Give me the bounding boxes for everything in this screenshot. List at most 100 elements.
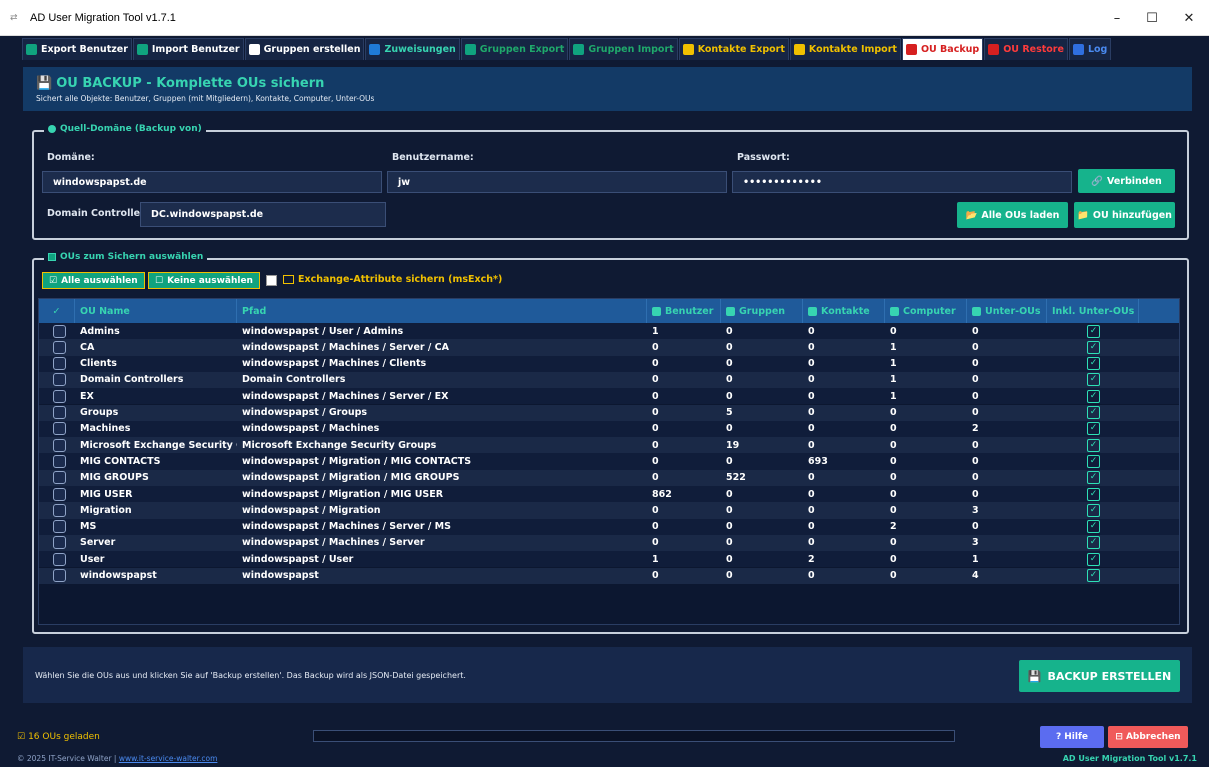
cell-users: 0	[652, 472, 659, 484]
exchange-label: Exchange-Attribute sichern (msExch*)	[283, 274, 502, 285]
cell-name: Groups	[80, 407, 119, 418]
table-row[interactable]: Migration windowspapst / Migration 0 0 0 0 3 ✓	[39, 502, 1179, 519]
cell-name: MIG CONTACTS	[80, 455, 161, 467]
include-subous-checkbox[interactable]: ✓	[1087, 454, 1100, 468]
include-subous-checkbox[interactable]: ✓	[1087, 520, 1100, 534]
tab-export-benutzer[interactable]: Export Benutzer	[22, 38, 132, 60]
tab-ou-restore[interactable]: OU Restore	[984, 38, 1068, 60]
cell-users: 0	[652, 390, 659, 402]
cell-computers: 0	[890, 488, 897, 500]
include-subous-checkbox[interactable]: ✓	[1087, 389, 1100, 403]
column-header[interactable]: ✓	[39, 299, 75, 323]
table-row[interactable]: MIG CONTACTS windowspapst / Migration / M…	[39, 453, 1179, 470]
row-checkbox[interactable]	[53, 536, 66, 550]
table-row[interactable]: Domain Controllers Domain Controllers 0 0 0 1…	[39, 371, 1179, 389]
table-row[interactable]: MIG GROUPS windowspapst / Migration / MIG…	[39, 469, 1179, 486]
include-subous-checkbox[interactable]: ✓	[1087, 536, 1100, 550]
add-ou-button[interactable]: 📁 OU hinzufügen	[1074, 202, 1175, 228]
username-input[interactable]: jw	[387, 171, 727, 193]
row-checkbox[interactable]	[53, 357, 66, 371]
tab-kontakte-export[interactable]: Kontakte Export	[678, 38, 789, 60]
table-row[interactable]: Clients windowspapst / Machines / Clients…	[39, 355, 1179, 372]
include-subous-checkbox[interactable]: ✓	[1087, 552, 1100, 566]
select-all-button[interactable]: ☑ Alle auswählen	[42, 272, 145, 289]
select-none-button[interactable]: ☐ Keine auswählen	[148, 272, 260, 289]
tab-kontakte-import[interactable]: Kontakte Import	[789, 38, 901, 60]
cell-groups: 0	[726, 553, 733, 565]
close-button[interactable]: ✕	[1166, 0, 1209, 36]
cell-name: EX	[80, 390, 94, 402]
include-subous-checkbox[interactable]: ✓	[1087, 357, 1100, 371]
load-all-ous-button[interactable]: 📂 Alle OUs laden	[957, 202, 1068, 228]
column-header[interactable]: Benutzer	[647, 299, 721, 323]
include-subous-checkbox[interactable]: ✓	[1087, 422, 1100, 436]
connect-button[interactable]: 🔗 Verbinden	[1078, 169, 1175, 193]
column-header[interactable]: Gruppen	[721, 299, 803, 323]
tab-ou-backup[interactable]: OU Backup	[901, 38, 984, 60]
column-header[interactable]: Kontakte	[803, 299, 885, 323]
row-checkbox[interactable]	[53, 569, 66, 582]
include-subous-checkbox[interactable]: ✓	[1087, 406, 1100, 419]
cell-subous: 4	[972, 570, 979, 581]
cell-contacts: 0	[808, 407, 815, 418]
tab-log[interactable]: Log	[1068, 38, 1112, 60]
table-row[interactable]: Admins windowspapst / User / Admins 1 0 0 0 0 ✓	[39, 323, 1179, 340]
row-checkbox[interactable]	[53, 487, 66, 501]
table-row[interactable]: MS windowspapst / Machines / Server / MS 0…	[39, 518, 1179, 535]
column-header[interactable]: Unter-OUs	[967, 299, 1047, 323]
row-checkbox[interactable]	[53, 422, 66, 436]
column-header[interactable]: OU Name	[75, 299, 237, 323]
column-header[interactable]: Inkl. Unter-OUs	[1047, 299, 1139, 323]
cell-name: windowspapst	[80, 570, 157, 581]
row-checkbox[interactable]	[53, 552, 66, 566]
include-subous-checkbox[interactable]: ✓	[1087, 438, 1100, 452]
website-link[interactable]: www.it-service-walter.com	[119, 754, 218, 763]
table-row[interactable]: Server windowspapst / Machines / Server 0 0…	[39, 534, 1179, 552]
cell-path: Domain Controllers	[242, 374, 346, 386]
cell-path: windowspapst / Machines / Server / CA	[242, 341, 450, 353]
row-checkbox[interactable]	[53, 438, 66, 452]
row-checkbox[interactable]	[53, 520, 66, 534]
table-row[interactable]: User windowspapst / User 1 0 2 0 1 ✓	[39, 551, 1179, 568]
table-row[interactable]: MIG USER windowspapst / Migration / MIG U…	[39, 486, 1179, 503]
row-checkbox[interactable]	[53, 503, 66, 517]
table-row[interactable]: CA windowspapst / Machines / Server / CA 0…	[39, 339, 1179, 356]
include-subous-checkbox[interactable]: ✓	[1087, 340, 1100, 354]
cell-groups: 0	[726, 358, 733, 370]
include-subous-checkbox[interactable]: ✓	[1087, 471, 1100, 485]
include-subous-checkbox[interactable]: ✓	[1087, 487, 1100, 501]
cell-name: Microsoft Exchange Security Groups	[80, 439, 237, 451]
column-header[interactable]: Computer	[885, 299, 967, 323]
row-checkbox[interactable]	[53, 406, 66, 419]
table-row[interactable]: Groups windowspapst / Groups 0 5 0 0 0 ✓	[39, 404, 1179, 421]
include-subous-checkbox[interactable]: ✓	[1087, 503, 1100, 517]
row-checkbox[interactable]	[53, 389, 66, 403]
row-checkbox[interactable]	[53, 373, 66, 387]
help-button[interactable]: ? Hilfe	[1040, 726, 1104, 748]
backup-create-button[interactable]: 💾 BACKUP ERSTELLEN	[1019, 660, 1180, 692]
include-subous-checkbox[interactable]: ✓	[1087, 324, 1100, 338]
table-row[interactable]: Microsoft Exchange Security Groups Micros…	[39, 437, 1179, 454]
tab-import-benutzer[interactable]: Import Benutzer	[132, 38, 244, 60]
tab-zuweisungen[interactable]: Zuweisungen	[365, 38, 460, 60]
tab-gruppen-import[interactable]: Gruppen Import	[569, 38, 678, 60]
table-row[interactable]: Machines windowspapst / Machines 0 0 0 0 2 ✓	[39, 420, 1179, 438]
cell-contacts: 0	[808, 472, 815, 484]
cell-path: windowspapst / Groups	[242, 407, 368, 418]
column-header[interactable]: Pfad	[237, 299, 647, 323]
exchange-checkbox[interactable]	[266, 275, 277, 286]
table-row[interactable]: EX windowspapst / Machines / Server / EX 0…	[39, 388, 1179, 405]
cancel-button[interactable]: ⊟ Abbrechen	[1108, 726, 1188, 748]
row-checkbox[interactable]	[53, 340, 66, 354]
tab-gruppen-export[interactable]: Gruppen Export	[460, 38, 569, 60]
tab-gruppen-erstellen[interactable]: Gruppen erstellen	[244, 38, 365, 60]
row-checkbox[interactable]	[53, 454, 66, 468]
include-subous-checkbox[interactable]: ✓	[1087, 569, 1100, 582]
table-row[interactable]: windowspapst windowspapst 0 0 0 0 4 ✓	[39, 567, 1179, 584]
row-checkbox[interactable]	[53, 471, 66, 485]
domain-input[interactable]: windowspapst.de	[42, 171, 382, 193]
row-checkbox[interactable]	[53, 324, 66, 338]
dc-input[interactable]: DC.windowspapst.de	[140, 202, 386, 227]
password-input[interactable]: •••••••••••••	[732, 171, 1072, 193]
include-subous-checkbox[interactable]: ✓	[1087, 373, 1100, 387]
